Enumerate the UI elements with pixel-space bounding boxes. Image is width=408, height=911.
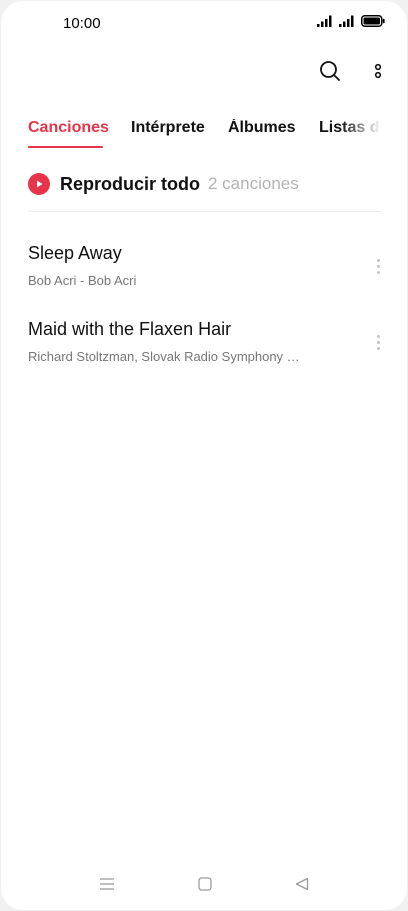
song-row[interactable]: Sleep Away Bob Acri - Bob Acri: [1, 243, 407, 309]
more-dot-icon: [376, 258, 380, 262]
play-circle: [28, 173, 50, 195]
status-icons: [317, 15, 385, 27]
more-dot-icon: [376, 334, 380, 338]
music-app-screen: 10:00 Canciones Intérprete Álbumes Repro…: [1, 1, 407, 910]
more-dot-icon: [376, 346, 380, 350]
more-dot-icon: [376, 264, 380, 268]
more-vertical-icon: [374, 63, 382, 79]
signal-1-icon: [317, 15, 332, 27]
active-tab-indicator: [28, 146, 103, 148]
signal-2-icon: [339, 15, 354, 27]
menu-button[interactable]: [87, 864, 127, 904]
search-icon: [320, 61, 340, 81]
more-dot-icon: [376, 270, 380, 274]
play-icon: [37, 180, 43, 188]
home-square-icon: [198, 877, 212, 891]
menu-icon: [100, 878, 114, 890]
status-bar: 10:00: [1, 1, 407, 45]
back-button[interactable]: [282, 864, 322, 904]
home-button[interactable]: [185, 864, 225, 904]
song-count: 2 canciones: [208, 174, 299, 193]
back-triangle-icon: [295, 877, 309, 891]
song-more-button[interactable]: [371, 253, 385, 279]
song-artist: Bob Acri - Bob Acri: [28, 273, 137, 288]
tab-canciones[interactable]: Canciones: [28, 119, 109, 137]
tab-bar: Canciones Intérprete Álbumes Listas de: [28, 119, 381, 151]
search-button[interactable]: [314, 55, 346, 87]
tab-albumes[interactable]: Álbumes: [228, 119, 296, 137]
play-all-button[interactable]: Reproducir todo 2 canciones: [28, 172, 299, 196]
status-time: 10:00: [63, 15, 101, 32]
song-title: Sleep Away: [28, 243, 122, 263]
song-row[interactable]: Maid with the Flaxen Hair Richard Stoltz…: [1, 319, 407, 385]
battery-icon: [361, 15, 385, 27]
divider: [28, 211, 381, 212]
tab-interprete[interactable]: Intérprete: [131, 119, 205, 137]
song-title: Maid with the Flaxen Hair: [28, 319, 232, 339]
tabs-fade-overlay: [341, 119, 381, 151]
play-all-label: Reproducir todo: [60, 173, 200, 194]
song-artist: Richard Stoltzman, Slovak Radio Symphony…: [28, 349, 300, 364]
more-dot-icon: [376, 340, 380, 344]
more-options-button[interactable]: [362, 55, 394, 87]
song-more-button[interactable]: [371, 329, 385, 355]
navigation-bar: [1, 864, 407, 910]
